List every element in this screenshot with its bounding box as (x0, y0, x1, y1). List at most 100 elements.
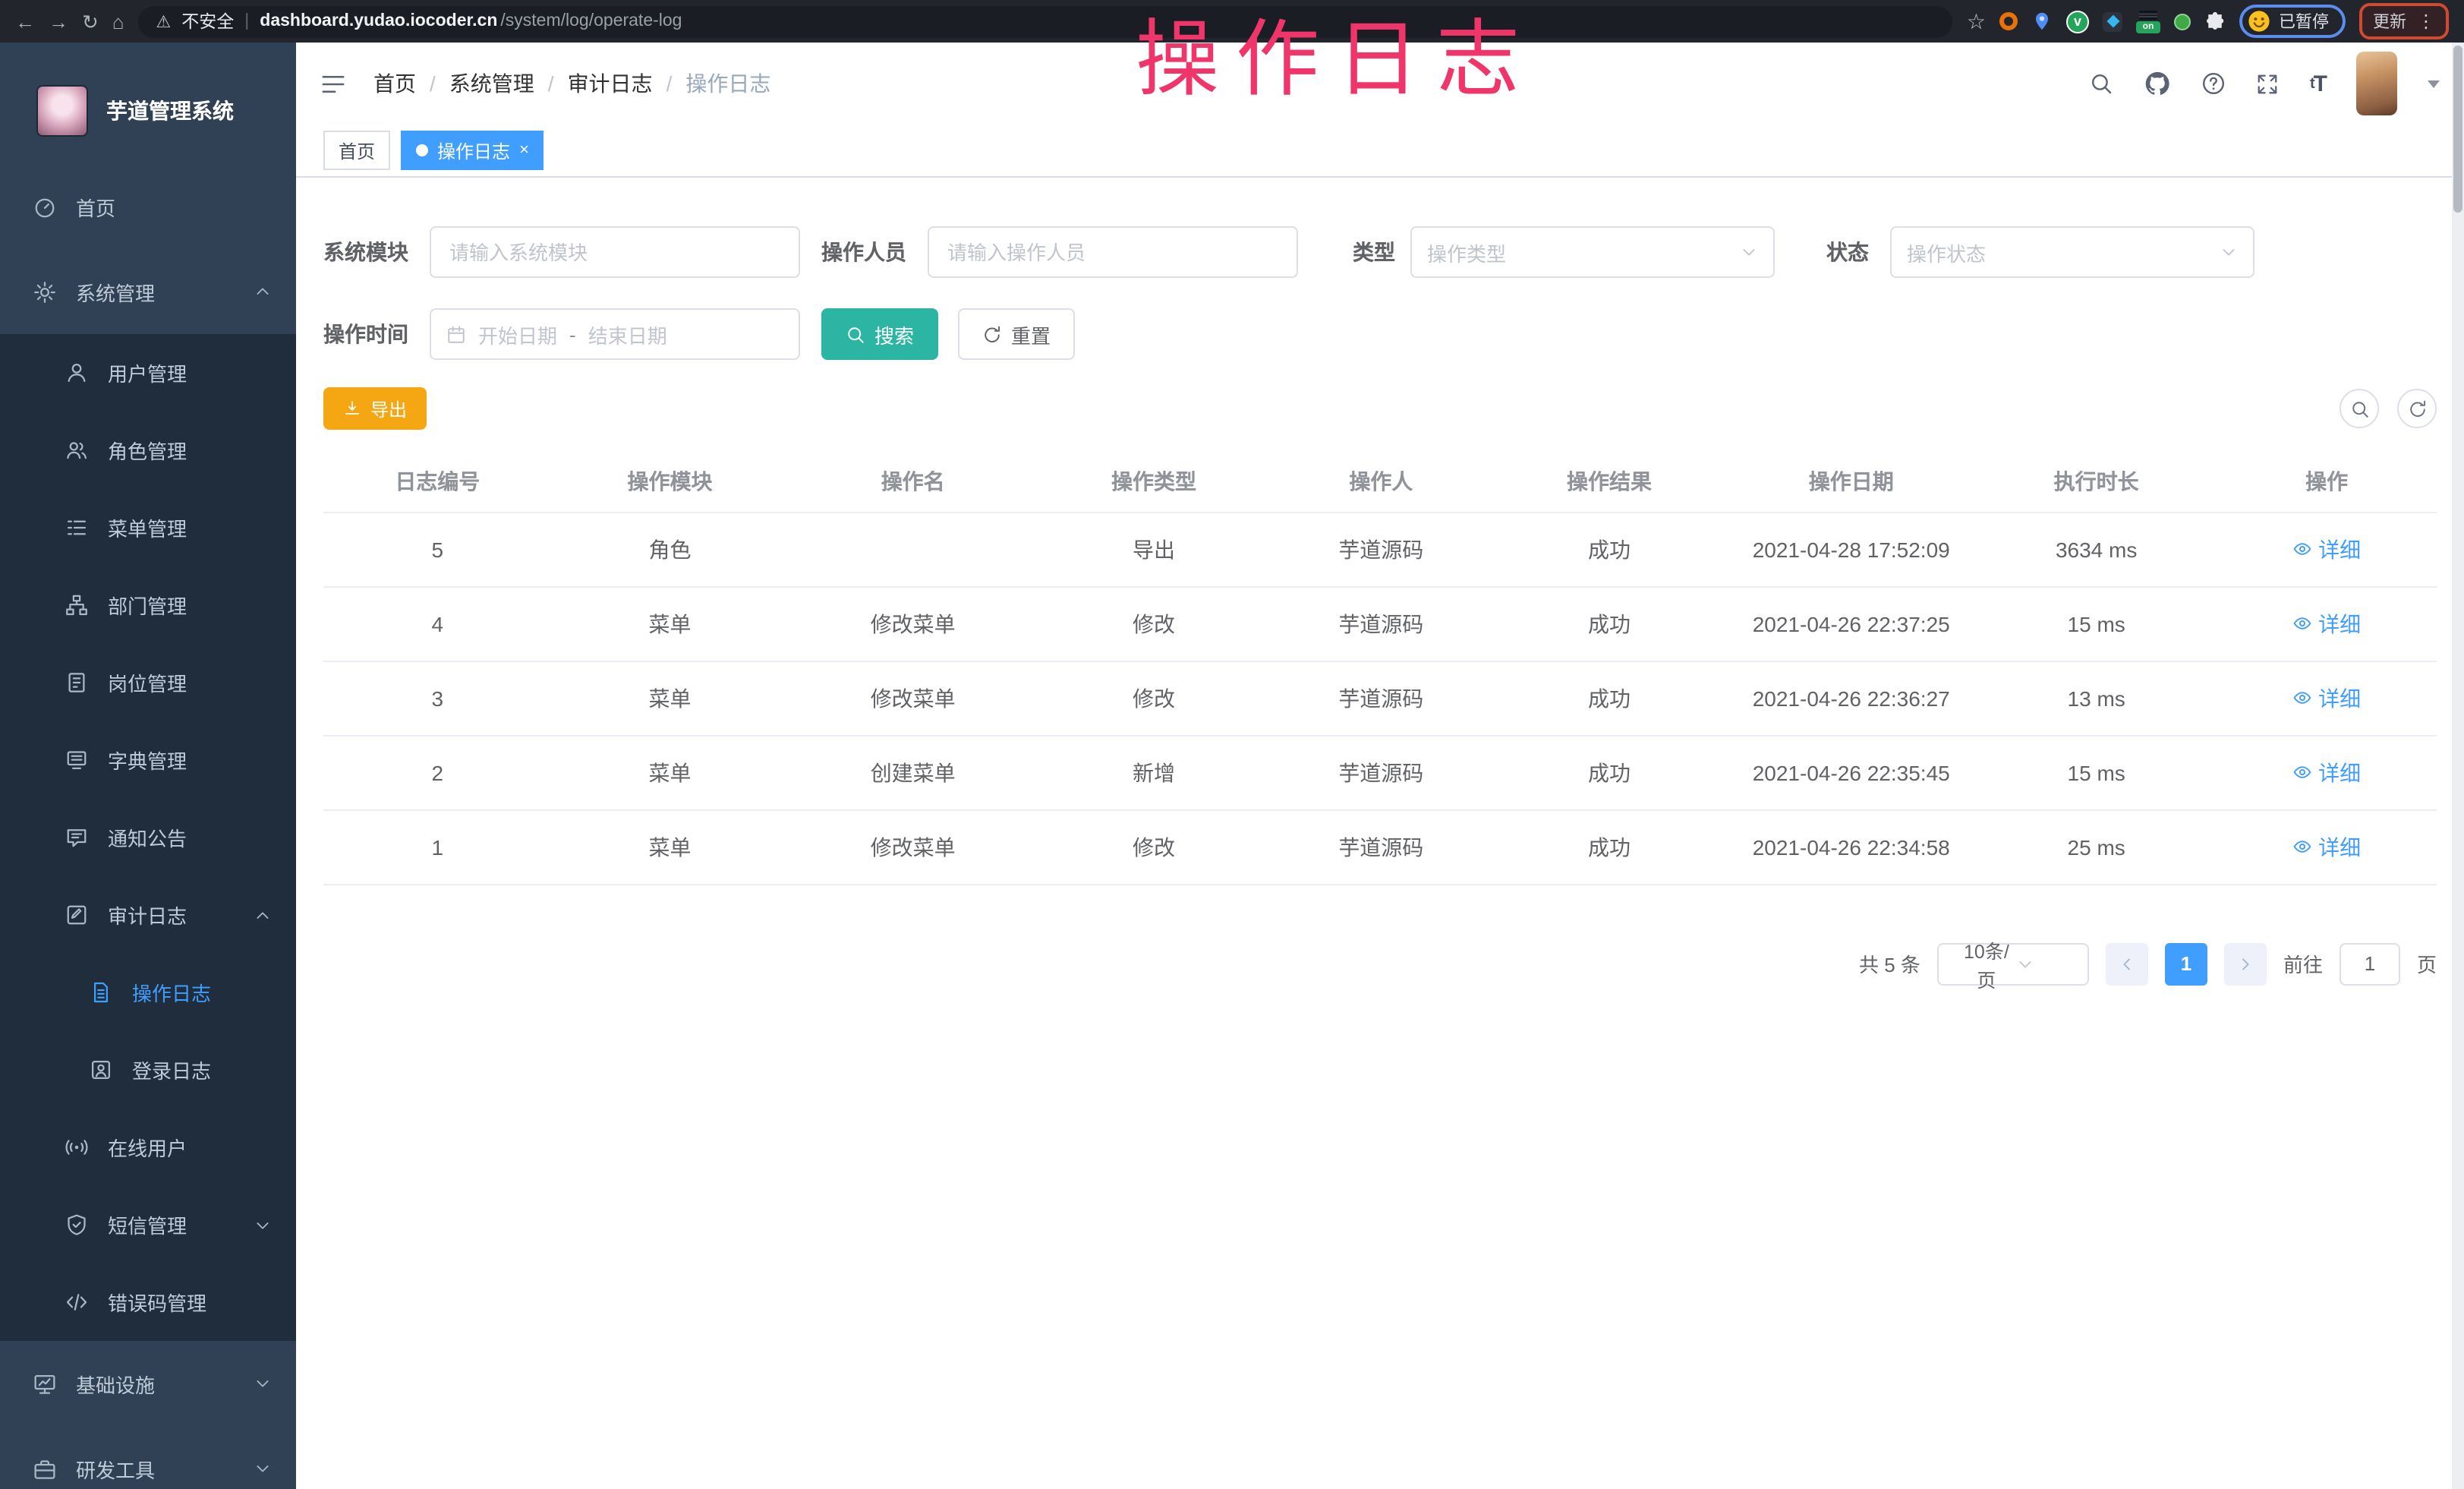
user-avatar[interactable] (2356, 52, 2397, 115)
type-select[interactable]: 操作类型 (1410, 226, 1775, 278)
sidebar-item-login-log[interactable]: 登录日志 (0, 1031, 296, 1109)
tag-item[interactable]: 操作日志× (401, 131, 544, 170)
browser-forward-icon[interactable]: → (49, 11, 68, 31)
sidebar-item-label: 短信管理 (108, 1210, 187, 1239)
extension-pin-icon[interactable] (2031, 11, 2053, 32)
refresh-table-button[interactable] (2397, 389, 2437, 428)
sidebar-item-label: 字典管理 (108, 746, 187, 774)
app-logo[interactable]: 芋道管理系统 (0, 43, 296, 164)
column-header: 操作结果 (1492, 451, 1726, 512)
module-input[interactable] (430, 226, 800, 278)
extension-diamond-icon[interactable] (2103, 11, 2122, 31)
detail-link[interactable]: 详细 (2292, 683, 2361, 713)
table-cell: 5 (323, 512, 552, 586)
browser-update-button[interactable]: 更新 ⋮ (2359, 3, 2449, 39)
detail-link[interactable]: 详细 (2292, 757, 2361, 787)
extensions-puzzle-icon[interactable] (2204, 11, 2226, 32)
detail-link[interactable]: 详细 (2292, 608, 2361, 639)
operator-input[interactable] (928, 226, 1298, 278)
breadcrumb-item[interactable]: 首页 (373, 68, 416, 99)
table-cell: 菜单 (552, 735, 789, 809)
search-icon (846, 324, 865, 344)
sidebar-item-online-users[interactable]: 在线用户 (0, 1109, 296, 1186)
users-icon (65, 439, 88, 462)
date-range-picker[interactable]: 开始日期 - 结束日期 (430, 308, 800, 360)
toggle-search-button[interactable] (2340, 389, 2379, 428)
search-button[interactable]: 搜索 (821, 308, 938, 360)
dashboard-icon (33, 195, 56, 218)
page-size-select[interactable]: 10条/页 (1937, 942, 2089, 985)
table-cell: 2021-04-26 22:35:45 (1726, 735, 1976, 809)
table-cell: 成功 (1492, 586, 1726, 661)
breadcrumb-item: 操作日志 (685, 68, 770, 99)
sidebar-item-user-management[interactable]: 用户管理 (0, 334, 296, 412)
extension-ring-icon[interactable] (1999, 12, 2018, 30)
scrollbar[interactable] (2452, 43, 2464, 1489)
profile-sync-paused-button[interactable]: 已暂停 (2239, 5, 2346, 38)
github-icon[interactable] (2144, 70, 2172, 97)
tag-item[interactable]: 首页 (323, 131, 390, 170)
browser-reload-icon[interactable]: ↻ (82, 11, 99, 31)
sidebar-item-system-management[interactable]: 系统管理 (0, 249, 296, 334)
breadcrumb-item[interactable]: 系统管理 (449, 68, 534, 99)
page-number-button[interactable]: 1 (2165, 942, 2207, 985)
tag-label: 首页 (339, 137, 375, 163)
help-icon[interactable] (2202, 71, 2226, 96)
scrollbar-thumb[interactable] (2453, 46, 2462, 213)
export-button[interactable]: 导出 (323, 387, 427, 430)
table-row: 3菜单修改菜单修改芋道源码成功2021-04-26 22:36:2713 ms详… (323, 661, 2437, 735)
close-icon[interactable]: × (519, 142, 529, 159)
search-icon[interactable] (2090, 71, 2114, 96)
goto-page-input[interactable] (2340, 942, 2400, 985)
sidebar-item-operate-log[interactable]: 操作日志 (0, 954, 296, 1031)
prev-page-button[interactable] (2106, 942, 2148, 985)
column-header: 操作日期 (1726, 451, 1976, 512)
column-header: 操作模块 (552, 451, 789, 512)
sidebar-item-label: 部门管理 (108, 591, 187, 620)
extension-on-badge-icon[interactable]: on (2136, 10, 2160, 33)
sidebar-item-label: 错误码管理 (108, 1288, 206, 1317)
hamburger-icon[interactable] (320, 71, 346, 96)
detail-link[interactable]: 详细 (2292, 534, 2361, 564)
security-label[interactable]: 不安全 (181, 9, 234, 33)
extension-green-icon[interactable] (2174, 13, 2191, 30)
table-cell: 1 (323, 809, 552, 884)
browser-menu-icon[interactable]: ⋮ (2417, 11, 2435, 32)
sidebar-item-audit-log[interactable]: 审计日志 (0, 876, 296, 954)
app-logo-image (36, 85, 88, 137)
browser-back-icon[interactable]: ← (15, 11, 35, 31)
active-dot-icon (416, 144, 428, 156)
reset-button[interactable]: 重置 (958, 308, 1075, 360)
sidebar-item-menu-management[interactable]: 菜单管理 (0, 489, 296, 566)
table-cell: 15 ms (1976, 586, 2217, 661)
sidebar-item-role-management[interactable]: 角色管理 (0, 412, 296, 489)
table-row: 4菜单修改菜单修改芋道源码成功2021-04-26 22:37:2515 ms详… (323, 586, 2437, 661)
breadcrumb-item[interactable]: 审计日志 (568, 68, 653, 99)
detail-label: 详细 (2318, 534, 2361, 564)
status-select[interactable]: 操作状态 (1890, 226, 2254, 278)
sidebar-item-home[interactable]: 首页 (0, 164, 296, 249)
sidebar-item-infrastructure[interactable]: 基础设施 (0, 1341, 296, 1426)
font-size-icon[interactable]: tT (2310, 71, 2326, 96)
sidebar-item-dept-management[interactable]: 部门管理 (0, 566, 296, 644)
type-select-placeholder: 操作类型 (1427, 238, 1731, 267)
browser-address-bar[interactable]: ⚠ 不安全 | dashboard.yudao.iocoder.cn /syst… (138, 5, 1953, 37)
sidebar-item-errorcode-management[interactable]: 错误码管理 (0, 1263, 296, 1341)
sidebar-item-post-management[interactable]: 岗位管理 (0, 644, 296, 721)
sidebar-item-dict-management[interactable]: 字典管理 (0, 721, 296, 799)
detail-link[interactable]: 详细 (2292, 831, 2361, 862)
table-cell: 修改 (1038, 809, 1270, 884)
browser-home-icon[interactable]: ⌂ (112, 11, 124, 31)
bookmark-star-icon[interactable]: ☆ (1967, 11, 1986, 32)
next-page-button[interactable] (2224, 942, 2267, 985)
sidebar-item-label: 岗位管理 (108, 668, 187, 697)
sidebar-menu: 首页系统管理用户管理角色管理菜单管理部门管理岗位管理字典管理通知公告审计日志操作… (0, 164, 296, 1489)
avatar-caret-down-icon[interactable] (2428, 80, 2440, 87)
extension-v-icon[interactable]: v (2066, 10, 2089, 33)
chevron-down-icon (2220, 243, 2238, 261)
eye-icon (2292, 614, 2312, 633)
fullscreen-icon[interactable] (2257, 72, 2280, 95)
sidebar-item-notice[interactable]: 通知公告 (0, 799, 296, 876)
sidebar-item-sms-management[interactable]: 短信管理 (0, 1186, 296, 1263)
sidebar-item-dev-tools[interactable]: 研发工具 (0, 1426, 296, 1489)
